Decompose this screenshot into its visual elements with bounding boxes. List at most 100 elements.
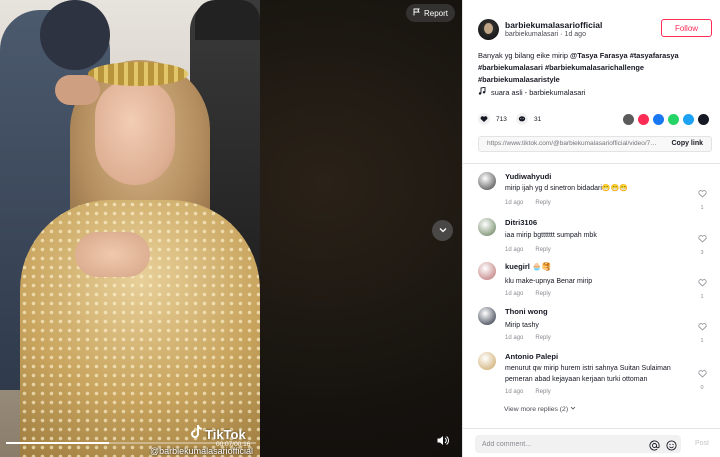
video-progress-fill (6, 442, 109, 444)
share-icons (623, 114, 709, 125)
comment-like-button[interactable]: 1 (696, 318, 708, 344)
watermark-name: TikTok (205, 426, 246, 442)
comment-like-count: 1 (700, 338, 704, 344)
video-player[interactable]: TikTok 00:07/00:16 @barbiekumalasarioffi… (0, 0, 462, 457)
comment-author[interactable]: Yudiwahyudi (505, 172, 551, 181)
comment-avatar[interactable] (478, 172, 496, 190)
heart-icon (478, 113, 490, 125)
comment-time: 1d ago (505, 247, 524, 253)
comment-author[interactable]: kuegirl 🧁🥞 (505, 262, 551, 271)
video-url: https://www.tiktok.com/@barbiekumalasari… (487, 140, 657, 147)
comment-like-button[interactable]: 1 (696, 274, 708, 300)
video-scene-hand (75, 232, 150, 277)
comment-action[interactable]: 31 (516, 113, 541, 125)
comment-author[interactable]: Ditri3106 (505, 218, 537, 227)
chevron-down-icon (438, 222, 448, 240)
caption-hashtags[interactable]: #barbiekumalasari #barbiekumalasarichall… (478, 63, 644, 72)
video-caption: Banyak yg bilang eike mirip @Tasya Faras… (478, 50, 710, 86)
comment-meta: 1d ago Reply (505, 200, 551, 206)
mention-icon[interactable] (649, 438, 660, 451)
reply-button[interactable]: Reply (535, 291, 550, 297)
comment-like-button[interactable]: 3 (696, 230, 708, 256)
comment-text: iaa mirip bgttttttt sumpah mbk (505, 232, 597, 239)
video-scene-crown (88, 62, 188, 86)
view-more-replies-button[interactable]: View more replies (2) (504, 405, 576, 413)
comment-like-button[interactable]: 0 (696, 365, 708, 391)
video-frame: TikTok 00:07/00:16 (0, 0, 260, 457)
heart-outline-icon (697, 370, 707, 378)
copy-link-box: https://www.tiktok.com/@barbiekumalasari… (478, 136, 712, 152)
comment-time: 1d ago (505, 200, 524, 206)
reply-button[interactable]: Reply (535, 247, 550, 253)
caption-hashtag[interactable]: #tasyafarasya (630, 51, 679, 60)
author-handle[interactable]: barbiekumalasariofficial (505, 20, 602, 30)
comment-author[interactable]: Thoni wong (505, 307, 548, 316)
divider (463, 163, 720, 164)
comment-meta: 1d ago Reply (505, 335, 551, 341)
follow-button[interactable]: Follow (661, 19, 712, 37)
comment-avatar[interactable] (478, 307, 496, 325)
heart-outline-icon (697, 279, 707, 287)
chevron-down-icon (570, 406, 576, 413)
post-button[interactable]: Post (695, 440, 709, 447)
video-scene-stylist-left-head (40, 0, 110, 70)
like-count: 713 (496, 115, 507, 123)
author-avatar[interactable] (478, 19, 499, 40)
comment-avatar[interactable] (478, 352, 496, 370)
comment-time: 1d ago (505, 335, 524, 341)
comment-like-count: 1 (700, 205, 704, 211)
comment-text: menurut qw mirip hurem istri sahnya Suit… (505, 365, 671, 383)
tiktok-logo-icon (190, 425, 202, 443)
comment-like-count: 0 (700, 385, 704, 391)
heart-outline-icon (697, 235, 707, 243)
share-arrow-icon[interactable] (698, 114, 709, 125)
view-more-label: View more replies (2) (504, 406, 569, 413)
reply-button[interactable]: Reply (535, 389, 550, 395)
sound-link[interactable]: suara asli - barbiekumalasari (478, 86, 586, 97)
caption-mention[interactable]: @Tasya Farasya (570, 51, 628, 60)
comment-text: Mirip tashy (505, 322, 539, 329)
comment-bar: Post (463, 428, 720, 457)
sound-label: suara asli - barbiekumalasari (491, 87, 586, 97)
whatsapp-icon[interactable] (668, 114, 679, 125)
music-note-icon (478, 86, 486, 97)
copy-link-button[interactable]: Copy link (671, 140, 703, 147)
comment-author[interactable]: Antonio Palepi (505, 352, 558, 361)
reply-button[interactable]: Reply (535, 200, 550, 206)
details-panel: barbiekumalasariofficial barbiekumalasar… (462, 0, 720, 457)
comment-avatar[interactable] (478, 218, 496, 236)
flag-icon (413, 8, 421, 18)
embed-icon[interactable] (623, 114, 634, 125)
comment-text: mirip ijah yg d sinetron bidadari😁😁😁 (505, 185, 629, 192)
facebook-icon[interactable] (653, 114, 664, 125)
like-action[interactable]: 713 (478, 113, 507, 125)
comment-time: 1d ago (505, 389, 524, 395)
comment-bubble-icon (516, 113, 528, 125)
video-scene-face (95, 80, 175, 185)
comment-time: 1d ago (505, 291, 524, 297)
report-button[interactable]: Report (406, 4, 456, 22)
comment-text: klu make-upnya Benar mirip (505, 278, 593, 285)
volume-button[interactable] (433, 434, 451, 452)
volume-icon (436, 434, 449, 452)
emoji-icon[interactable] (666, 438, 677, 451)
next-video-button[interactable] (432, 220, 453, 241)
report-label: Report (424, 8, 449, 18)
video-progress-bar[interactable] (6, 442, 256, 444)
author-row: barbiekumalasariofficial barbiekumalasar… (478, 19, 712, 43)
action-bar: 713 31 (478, 113, 712, 127)
twitter-icon[interactable] (683, 114, 694, 125)
comment-meta: 1d ago Reply (505, 247, 551, 253)
comment-avatar[interactable] (478, 262, 496, 280)
caption-hashtags[interactable]: #barbiekumalasaristyle (478, 75, 560, 84)
comment-like-count: 3 (700, 250, 704, 256)
heart-outline-icon (697, 190, 707, 198)
comment-like-button[interactable]: 1 (696, 185, 708, 211)
post-time: 1d ago (564, 31, 586, 38)
comment-like-count: 1 (700, 294, 704, 300)
video-scene-stylist-right-cap (195, 0, 260, 40)
comment-meta: 1d ago Reply (505, 389, 551, 395)
send-icon[interactable] (638, 114, 649, 125)
author-subline: barbiekumalasari · 1d ago (505, 31, 586, 38)
reply-button[interactable]: Reply (535, 335, 550, 341)
